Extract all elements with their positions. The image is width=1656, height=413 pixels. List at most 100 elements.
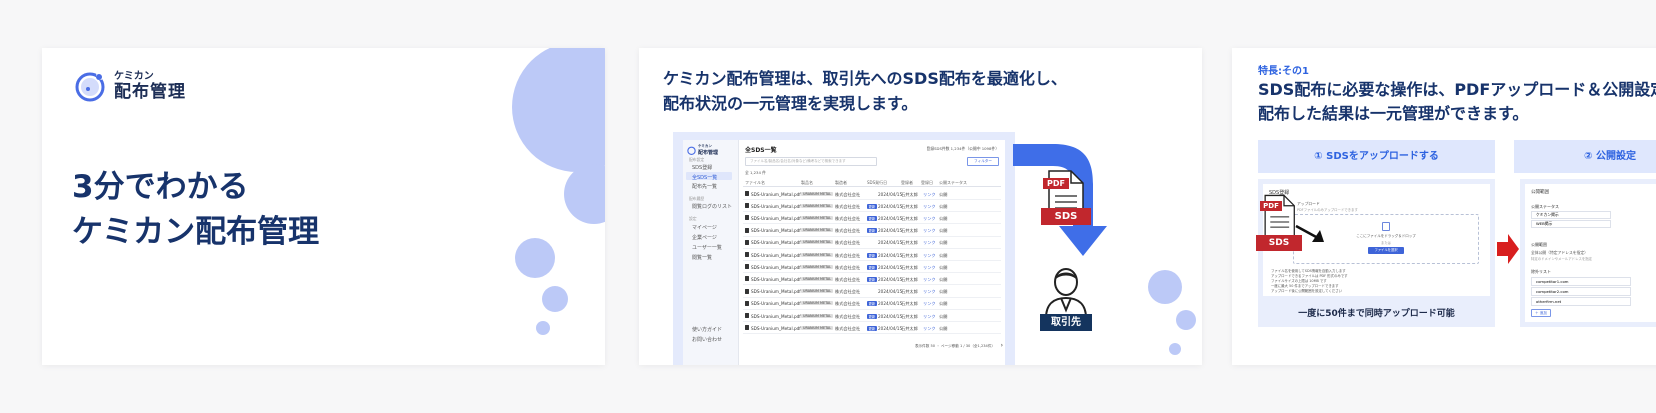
exclude-item[interactable]: competitor2.com bbox=[1531, 287, 1631, 296]
status-label: 公開ステータス bbox=[1531, 204, 1559, 209]
maker-cell: 株式会社会社 bbox=[835, 301, 861, 307]
pdf-document-icon: PDF bbox=[1260, 194, 1296, 238]
detail-link[interactable]: リンク bbox=[923, 277, 936, 283]
exclude-item[interactable]: competitor1.com bbox=[1531, 277, 1631, 286]
user-cell: 石井太郎 bbox=[901, 252, 918, 258]
pdf-file-icon bbox=[745, 215, 749, 221]
table-header: ファイル名 製品名 製造者 SDS発行日 登録者 登録日 公開ステータス bbox=[743, 177, 1001, 187]
table-row[interactable]: SDS-Uranium_Metal.pdf URANIUM METAL 株式会社会社… bbox=[743, 273, 1001, 286]
filter-button[interactable]: フィルター bbox=[967, 157, 999, 166]
status-option-chemican[interactable]: ケミカン掲示 bbox=[1531, 211, 1611, 219]
file-name-link[interactable]: SDS-Uranium_Metal.pdf bbox=[751, 192, 801, 197]
range-label: 公開範囲 bbox=[1531, 242, 1547, 247]
sidebar-item-view-log[interactable]: 閲覧ログのリスト bbox=[692, 203, 732, 210]
detail-link[interactable]: リンク bbox=[923, 301, 936, 307]
pdf-file-icon bbox=[745, 288, 749, 294]
product-chip: URANIUM METAL bbox=[801, 215, 834, 220]
file-name-link[interactable]: SDS-Uranium_Metal.pdf bbox=[751, 216, 801, 221]
pagination[interactable]: 表示件数 50 ・ ページ移動 1 / 30（全1,234件） bbox=[915, 344, 995, 349]
slide1-title-line1: 3分でわかる bbox=[72, 169, 249, 205]
file-name-link[interactable]: SDS-Uranium_Metal.pdf bbox=[751, 314, 801, 319]
table-row[interactable]: SDS-Uranium_Metal.pdf URANIUM METAL 株式会社会社… bbox=[743, 261, 1001, 274]
table-row[interactable]: SDS-Uranium_Metal.pdf URANIUM METAL 株式会社会社… bbox=[743, 286, 1001, 298]
table-row[interactable]: SDS-Uranium_Metal.pdf URANIUM METAL 株式会社会社… bbox=[743, 200, 1001, 213]
table-row[interactable]: SDS-Uranium_Metal.pdf URANIUM METAL 株式会社会社… bbox=[743, 249, 1001, 261]
detail-link[interactable]: リンク bbox=[923, 192, 936, 198]
detail-link[interactable]: リンク bbox=[923, 216, 936, 222]
maker-cell: 株式会社会社 bbox=[835, 325, 861, 331]
file-name-link[interactable]: SDS-Uranium_Metal.pdf bbox=[751, 277, 801, 282]
detail-link[interactable]: リンク bbox=[923, 314, 936, 320]
status-cell: 公開 bbox=[939, 301, 948, 307]
choose-file-button[interactable]: ファイルを選択 bbox=[1368, 247, 1404, 254]
table-row[interactable]: SDS-Uranium_Metal.pdf URANIUM METAL 株式会社会社… bbox=[743, 212, 1001, 225]
maker-cell: 株式会社会社 bbox=[835, 264, 861, 270]
detail-link[interactable]: リンク bbox=[923, 253, 936, 259]
table-row[interactable]: SDS-Uranium_Metal.pdf URANIUM METAL 株式会社会社… bbox=[743, 310, 1001, 322]
user-cell: 石井太郎 bbox=[901, 276, 918, 282]
slide-intro: ケミカン 配布管理 3分でわかる ケミカン配布管理 bbox=[42, 48, 605, 365]
detail-link[interactable]: リンク bbox=[923, 204, 936, 210]
status-option-web[interactable]: WEB掲示 bbox=[1531, 220, 1611, 228]
update-badge: 更新 bbox=[867, 276, 877, 282]
table-row[interactable]: SDS-Uranium_Metal.pdf URANIUM METAL 株式会社会社… bbox=[743, 188, 1001, 200]
pdf-label: PDF bbox=[1043, 178, 1069, 189]
decor-circle-smaller bbox=[542, 286, 568, 312]
update-badge: 更新 bbox=[867, 325, 877, 331]
file-name-link[interactable]: SDS-Uranium_Metal.pdf bbox=[751, 326, 801, 331]
file-name-link[interactable]: SDS-Uranium_Metal.pdf bbox=[751, 265, 801, 270]
sidebar-item-all-sds[interactable]: 全SDS一覧 bbox=[692, 174, 717, 181]
search-input[interactable]: ファイル名/製品名/会社名/対象など/備考などで検索できます bbox=[745, 157, 877, 166]
table-row[interactable]: SDS-Uranium_Metal.pdf URANIUM METAL 株式会社会社… bbox=[743, 322, 1001, 335]
issued-date: 2024/04/15 bbox=[878, 203, 903, 209]
add-button[interactable]: ＋ 追加 bbox=[1531, 309, 1551, 317]
upload-caption: 一度に50件まで同時アップロード可能 bbox=[1298, 309, 1455, 319]
table-row[interactable]: SDS-Uranium_Metal.pdf URANIUM METAL 株式会社会社… bbox=[743, 225, 1001, 237]
sidebar-item-company[interactable]: 企業ページ bbox=[692, 234, 717, 241]
detail-link[interactable]: リンク bbox=[923, 240, 936, 246]
detail-link[interactable]: リンク bbox=[923, 289, 936, 295]
next-page-icon[interactable]: › bbox=[1001, 342, 1003, 349]
status-cell: 公開 bbox=[939, 191, 948, 197]
logo: ケミカン 配布管理 bbox=[74, 68, 186, 104]
file-name-link[interactable]: SDS-Uranium_Metal.pdf bbox=[751, 301, 801, 306]
sidebar-item-contact[interactable]: お問い合わせ bbox=[692, 336, 722, 343]
sidebar-item-sds-register[interactable]: SDS登録 bbox=[692, 164, 712, 171]
detail-link[interactable]: リンク bbox=[923, 326, 936, 332]
top-right-count: 登録SDS件数 1,234件（公開中 1098件） bbox=[926, 146, 999, 151]
table-row[interactable]: SDS-Uranium_Metal.pdf URANIUM METAL 株式会社会社… bbox=[743, 237, 1001, 249]
sidebar-item-views[interactable]: 閲覧一覧 bbox=[692, 254, 712, 261]
file-name-link[interactable]: SDS-Uranium_Metal.pdf bbox=[751, 228, 801, 233]
file-name-link[interactable]: SDS-Uranium_Metal.pdf bbox=[751, 253, 801, 258]
maker-cell: 株式会社会社 bbox=[835, 240, 861, 246]
product-chip: URANIUM METAL bbox=[801, 240, 834, 245]
issued-date: 2024/04/15 bbox=[878, 325, 903, 331]
step2-panel: 公開範囲 公開ステータス ケミカン掲示 WEB掲示 公開範囲 全体公開（特定アド… bbox=[1520, 179, 1656, 327]
next-step-arrow-icon bbox=[1497, 234, 1519, 264]
table-row[interactable]: SDS-Uranium_Metal.pdf URANIUM METAL 株式会社会社… bbox=[743, 298, 1001, 310]
decor-circle-tiny bbox=[536, 321, 550, 335]
user-cell: 石井太郎 bbox=[901, 264, 918, 270]
col-file: ファイル名 bbox=[745, 180, 765, 185]
file-name-link[interactable]: SDS-Uranium_Metal.pdf bbox=[751, 204, 801, 209]
result-count: 全 1,234 件 bbox=[745, 170, 766, 175]
detail-link[interactable]: リンク bbox=[923, 228, 936, 234]
pdf-file-icon bbox=[745, 191, 749, 196]
user-cell: 石井太郎 bbox=[901, 325, 918, 331]
maker-cell: 株式会社会社 bbox=[835, 276, 861, 282]
status-cell: 公開 bbox=[939, 325, 948, 331]
exclude-item[interactable]: otherfirm.net bbox=[1531, 297, 1631, 306]
sidebar-item-guide[interactable]: 使い方ガイド bbox=[692, 326, 722, 333]
detail-link[interactable]: リンク bbox=[923, 265, 936, 271]
issued-date: 2024/04/15 bbox=[878, 313, 903, 319]
issued-date: 2024/04/15 bbox=[878, 191, 903, 197]
sidebar-item-users[interactable]: ユーザー一覧 bbox=[692, 244, 722, 251]
sidebar-item-mypage[interactable]: マイページ bbox=[692, 224, 717, 231]
recipient-person-icon bbox=[1044, 268, 1088, 318]
product-chip: URANIUM METAL bbox=[801, 301, 834, 306]
status-cell: 公開 bbox=[939, 228, 948, 234]
sidebar-item-recipients[interactable]: 配布先一覧 bbox=[692, 183, 717, 190]
file-name-link[interactable]: SDS-Uranium_Metal.pdf bbox=[751, 289, 801, 294]
table-body: SDS-Uranium_Metal.pdf URANIUM METAL 株式会社会社… bbox=[743, 188, 1001, 336]
file-name-link[interactable]: SDS-Uranium_Metal.pdf bbox=[751, 240, 801, 245]
